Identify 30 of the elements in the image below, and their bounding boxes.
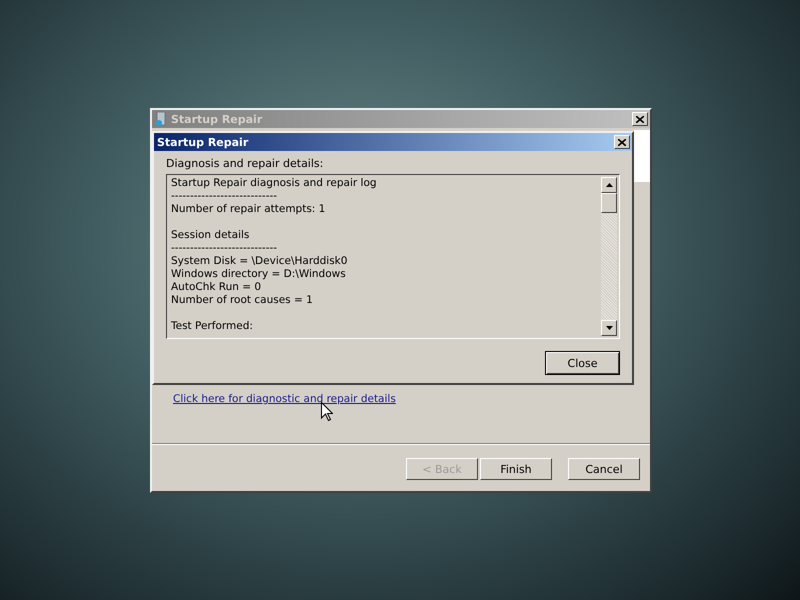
log-line: Windows directory = D:\Windows xyxy=(171,268,347,281)
scroll-down-button[interactable] xyxy=(601,320,617,336)
scrollbar[interactable] xyxy=(601,177,617,336)
scroll-thumb[interactable] xyxy=(601,193,617,213)
wizard-button[interactable]: Finish xyxy=(480,458,552,480)
down-arrow-icon xyxy=(606,326,612,330)
app-icon xyxy=(155,112,167,126)
log-line: Startup Repair diagnosis and repair log xyxy=(171,177,378,190)
log-line: Test Performed: xyxy=(171,320,254,333)
content-panel xyxy=(634,130,650,182)
scroll-up-button[interactable] xyxy=(601,177,617,193)
details-label: Diagnosis and repair details: xyxy=(166,157,324,170)
details-link[interactable]: Click here for diagnostic and repair details xyxy=(173,393,396,405)
up-arrow-icon xyxy=(606,183,612,187)
log-line: Number of root causes = 1 xyxy=(171,294,314,307)
close-button[interactable]: Close xyxy=(545,351,620,375)
log-line: ---------------------------- xyxy=(171,242,278,255)
close-button[interactable] xyxy=(614,135,630,149)
window-title: Startup Repair xyxy=(171,112,264,126)
log-text-area[interactable] xyxy=(166,174,620,339)
log-line: Session details xyxy=(171,229,250,242)
log-line: AutoChk Run = 0 xyxy=(171,281,262,294)
log-line: Number of repair attempts: 1 xyxy=(171,203,326,216)
dialog-title: Startup Repair xyxy=(157,136,250,148)
close-icon xyxy=(636,116,644,122)
log-line: ---------------------------- xyxy=(171,190,278,203)
wizard-button[interactable]: Cancel xyxy=(568,458,640,480)
log-line: System Disk = \Device\Harddisk0 xyxy=(171,255,348,268)
close-icon xyxy=(618,138,626,146)
close-button[interactable] xyxy=(632,112,648,126)
